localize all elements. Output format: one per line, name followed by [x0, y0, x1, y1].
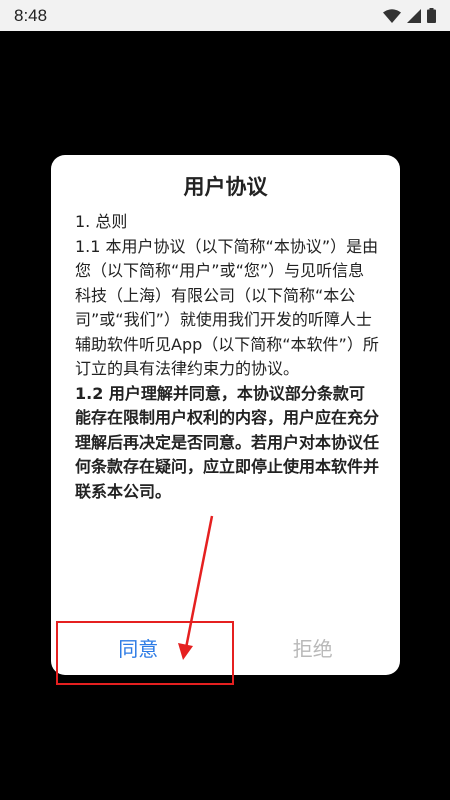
dialog-title: 用户协议	[183, 175, 268, 199]
cellular-signal-icon	[407, 8, 421, 23]
agreement-text-scroll[interactable]: 1. 总则 1.1 本用户协议（以下简称“本协议”）是由您（以下简称“用户”或“…	[75, 210, 380, 618]
battery-icon	[427, 8, 436, 23]
wifi-icon	[383, 8, 401, 23]
agreement-heading: 1. 总则	[75, 212, 128, 231]
refuse-button[interactable]: 拒绝	[226, 620, 401, 675]
user-agreement-dialog: 用户协议 1. 总则 1.1 本用户协议（以下简称“本协议”）是由您（以下简称“…	[51, 155, 400, 675]
status-bar: 8:48	[0, 0, 450, 31]
agreement-clause-1-1: 1.1 本用户协议（以下简称“本协议”）是由您（以下简称“用户”或“您”）与见听…	[75, 236, 379, 379]
status-icons	[383, 8, 436, 23]
dialog-buttons: 同意 拒绝	[51, 620, 400, 675]
agree-button[interactable]: 同意	[51, 620, 226, 675]
status-time: 8:48	[14, 5, 48, 25]
agreement-clause-1-2: 1.2 用户理解并同意，本协议部分条款可能存在限制用户权利的内容，用户应在充分理…	[75, 383, 380, 501]
